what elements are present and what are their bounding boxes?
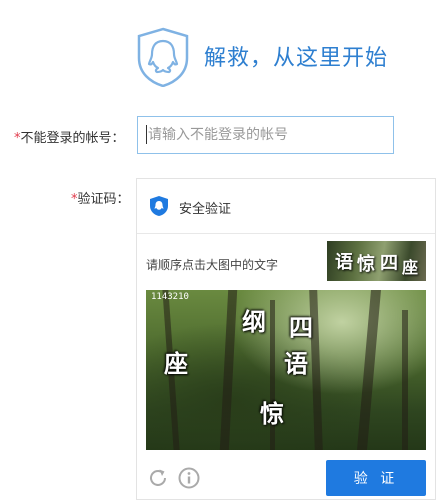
captcha-label: *验证码：: [71, 188, 130, 207]
verify-title: 安全验证: [179, 202, 232, 217]
security-verify-panel: 安全验证 请顺序点击大图中的文字 语 惊 四 座 1143210 纲 四 座 语…: [136, 178, 436, 500]
target-characters: 语 惊 四 座: [327, 241, 426, 281]
page-title: 解救，从这里开始: [204, 46, 389, 71]
qq-penguin-icon: [137, 27, 189, 87]
verify-button[interactable]: 验 证: [326, 460, 426, 496]
captcha-char[interactable]: 四: [289, 308, 313, 343]
captcha-char[interactable]: 座: [164, 344, 188, 379]
captcha-char[interactable]: 纲: [242, 302, 266, 337]
target-char: 座: [402, 258, 419, 277]
shield-icon: [150, 196, 168, 216]
verify-instruction: 请顺序点击大图中的文字: [146, 258, 279, 272]
captcha-char[interactable]: 惊: [260, 394, 284, 429]
target-char: 惊: [357, 254, 375, 275]
account-label-text: 不能登录的帐号：: [20, 131, 125, 146]
text-caret: [146, 125, 147, 144]
captcha-label-text: 验证码：: [77, 192, 130, 207]
account-input[interactable]: [137, 116, 394, 154]
captcha-id: 1143210: [151, 292, 189, 302]
captcha-char[interactable]: 语: [284, 344, 308, 379]
refresh-icon[interactable]: [146, 466, 170, 490]
captcha-image[interactable]: 1143210 纲 四 座 语 惊: [146, 290, 426, 450]
info-icon[interactable]: [177, 466, 201, 490]
account-label: *不能登录的帐号：: [14, 127, 125, 146]
target-char: 语: [335, 252, 353, 273]
target-char: 四: [380, 253, 398, 274]
verify-header: 安全验证: [137, 179, 435, 234]
